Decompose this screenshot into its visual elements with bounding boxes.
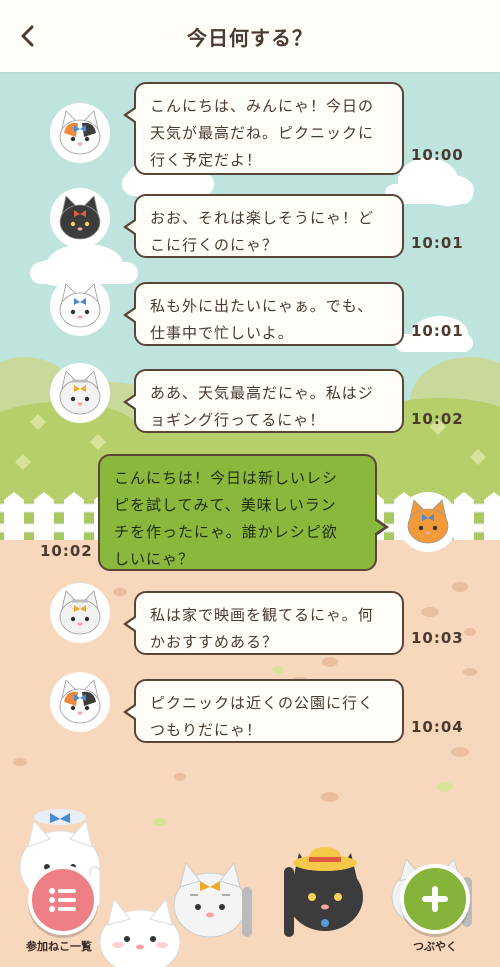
app-header: 今日何する？ <box>0 0 500 72</box>
members-list-button[interactable] <box>28 865 98 935</box>
avatar[interactable] <box>50 103 110 163</box>
avatar[interactable] <box>50 672 110 732</box>
message-text-line: しいにゃ？ <box>114 550 195 568</box>
message-bubble: こんにちは、みんにゃ！今日の 天気が最高だね。ピクニックに 行く予定だよ！ <box>123 82 404 175</box>
avatar[interactable] <box>50 188 110 248</box>
message-bubble: 私も外に出たいにゃぁ。でも、 仕事中で忙しいよ。 <box>123 282 404 346</box>
message-text-line: 私は家で映画を観てるにゃ。何 <box>150 606 374 624</box>
message-text-line: つもりだにゃ！ <box>150 721 263 739</box>
message-time: 10:03 <box>411 629 464 647</box>
message-text-line: ピクニックは近くの公園に行く <box>150 694 375 712</box>
page-title: 今日何する？ <box>187 26 313 50</box>
plus-icon <box>422 886 448 912</box>
avatar[interactable] <box>50 276 110 336</box>
message-text-line: ョギング行ってるにゃ！ <box>150 411 326 429</box>
calico-cat-icon <box>59 110 101 155</box>
message-text-line: 私も外に出たいにゃぁ。でも、 <box>150 297 374 315</box>
message-text-line: 行く予定だよ！ <box>150 151 263 169</box>
avatar[interactable] <box>398 492 458 552</box>
message-bubble: ああ、天気最高だにゃ。私はジ ョギング行ってるにゃ！ <box>123 369 404 433</box>
avatar[interactable] <box>50 363 110 423</box>
message-bubble: ピクニックは近くの公園に行く つもりだにゃ！ <box>123 679 404 743</box>
message-text-line: ああ、天気最高だにゃ。私はジ <box>150 384 374 402</box>
members-list-label: 参加ねこ一覧 <box>26 940 92 953</box>
black-cat-icon <box>59 195 101 240</box>
white-cat-icon <box>59 283 101 328</box>
message-text-line: 天気が最高だね。ピクニックに <box>150 124 375 142</box>
avatar[interactable] <box>50 583 110 643</box>
list-icon <box>49 888 76 912</box>
message-time: 10:02 <box>40 542 93 560</box>
orange-cat-icon <box>407 499 449 544</box>
message-text-line: かおすすめある？ <box>150 633 279 651</box>
message-text-line: おお、それは楽しそうにゃ！ど <box>150 209 375 227</box>
message-time: 10:01 <box>411 322 464 340</box>
post-button[interactable] <box>400 864 470 934</box>
message-time: 10:01 <box>411 234 464 252</box>
message-bubble: 私は家で映画を観てるにゃ。何 かおすすめある？ <box>123 591 404 655</box>
tabby-cat-icon <box>59 370 101 415</box>
message-time: 10:02 <box>411 410 464 428</box>
message-bubble: こんにちは！今日は新しいレシ ピを試してみて、美味しいラン チを作ったにゃ。誰かレシ… <box>98 454 389 571</box>
message-text-line: 仕事中で忙しいよ。 <box>150 324 294 342</box>
message-text-line: こに行くのにゃ？ <box>150 236 279 254</box>
message-time: 10:04 <box>411 718 464 736</box>
message-text-line: こんにちは！今日は新しいレシ <box>114 469 339 487</box>
tabby-cat-icon <box>59 590 101 635</box>
message-text-line: ピを試してみて、美味しいラン <box>114 496 337 514</box>
message-time: 10:00 <box>411 146 464 164</box>
calico-cat-icon <box>59 679 101 724</box>
message-text-line: こんにちは、みんにゃ！今日の <box>150 97 375 115</box>
chat-scene: こんにちは、みんにゃ！今日の 天気が最高だね。ピクニックに 行く予定だよ！ 10:00… <box>0 72 500 967</box>
message-text-line: チを作ったにゃ。誰かレシピ欲 <box>114 523 338 541</box>
message-bubble: おお、それは楽しそうにゃ！ど こに行くのにゃ？ <box>123 194 404 258</box>
post-label: つぶやく <box>413 940 457 953</box>
